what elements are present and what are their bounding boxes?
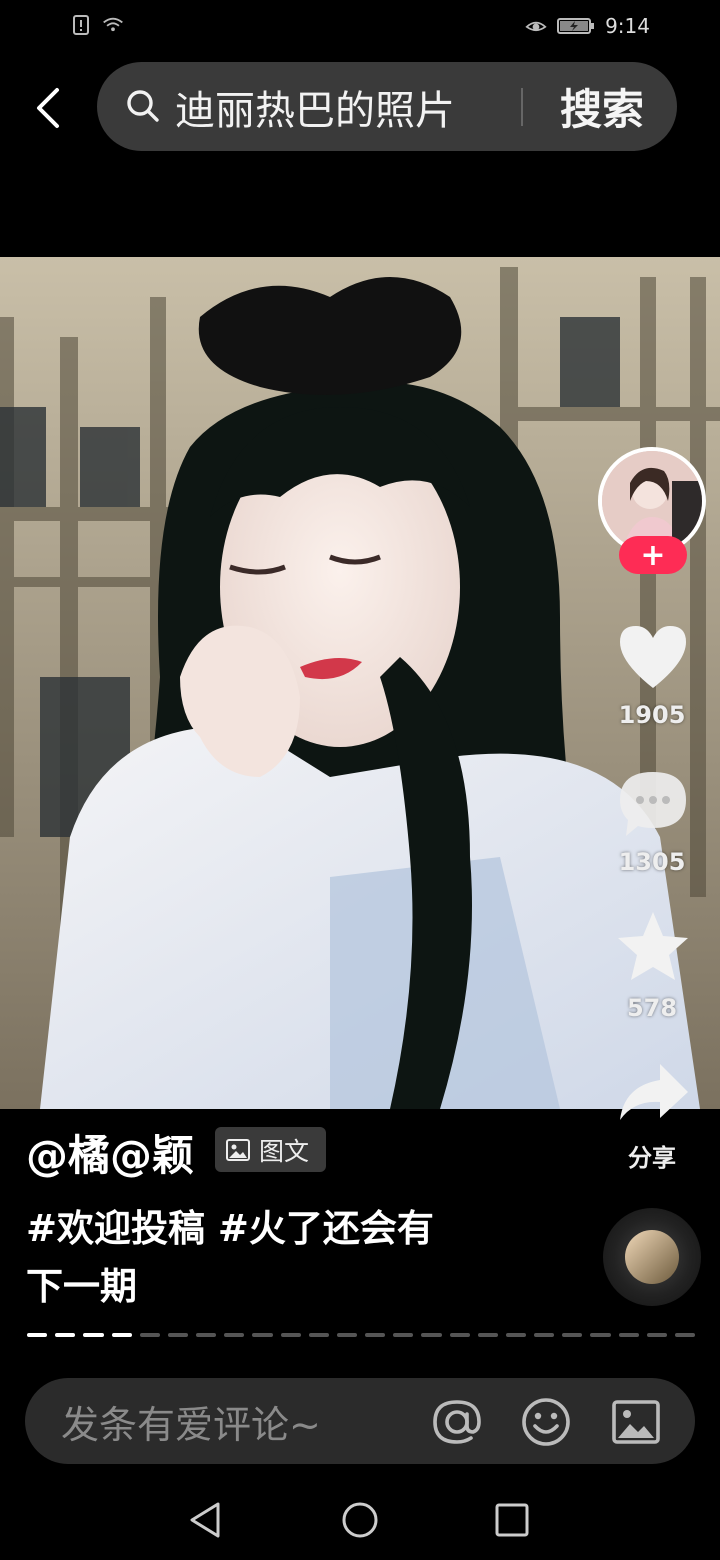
image-icon (226, 1138, 250, 1161)
progress-segment (534, 1333, 555, 1337)
comment-input[interactable]: 发条有爱评论~ (61, 1378, 321, 1464)
progress-segment (477, 1333, 498, 1337)
wifi-icon (102, 14, 124, 36)
chevron-left-icon (37, 88, 59, 128)
progress-segment (365, 1333, 386, 1337)
music-cover (625, 1230, 679, 1284)
progress-segment (139, 1333, 160, 1337)
progress-segment (167, 1333, 189, 1337)
photo-illustration (0, 257, 720, 1109)
follow-button[interactable]: + (619, 536, 687, 574)
music-disc[interactable] (603, 1208, 701, 1306)
image-progress (27, 1333, 696, 1338)
progress-segment (224, 1333, 245, 1337)
back-button[interactable] (24, 80, 72, 136)
caption-line-2: 下一期 (26, 1265, 137, 1308)
search-box[interactable]: 迪丽热巴的照片 搜索 (97, 62, 677, 151)
comment-bar[interactable]: 发条有爱评论~ (25, 1378, 695, 1464)
progress-segment (449, 1333, 470, 1337)
caption-line-1[interactable]: #欢迎投稿 #火了还会有 (26, 1200, 496, 1258)
progress-segment (336, 1333, 358, 1337)
image-upload-icon[interactable] (610, 1396, 662, 1448)
heart-icon[interactable] (614, 618, 692, 696)
progress-segment (27, 1333, 48, 1337)
nav-back-icon[interactable] (184, 1498, 228, 1542)
progress-segment (674, 1333, 696, 1337)
emoji-icon[interactable] (520, 1396, 572, 1448)
progress-segment (421, 1333, 442, 1337)
search-button[interactable]: 搜索 (537, 62, 667, 151)
post-type-label: 图文 (259, 1136, 310, 1166)
progress-segment (562, 1333, 583, 1337)
progress-segment (393, 1333, 414, 1337)
progress-segment (280, 1333, 301, 1337)
sim-alert-icon (70, 14, 92, 36)
progress-segment (646, 1333, 667, 1337)
nav-home-icon[interactable] (338, 1498, 382, 1542)
progress-segment (590, 1333, 611, 1337)
author-name[interactable]: @橘@颖 (26, 1122, 194, 1183)
eye-comfort-icon (525, 15, 547, 37)
progress-segment (308, 1333, 329, 1337)
post-type-badge: 图文 (215, 1127, 326, 1172)
share-label[interactable]: 分享 (592, 1138, 712, 1173)
search-divider (521, 88, 523, 126)
comment-icon[interactable] (614, 764, 692, 842)
progress-segment (83, 1333, 104, 1337)
nav-recents-icon[interactable] (490, 1498, 534, 1542)
post-caption: #欢迎投稿 #火了还会有 下一期 (26, 1200, 496, 1316)
favorite-count: 578 (626, 994, 678, 1022)
status-bar: 9:14 (0, 0, 720, 56)
at-mention-icon[interactable] (431, 1396, 483, 1448)
progress-segment (618, 1333, 639, 1337)
progress-segment (505, 1333, 527, 1337)
star-icon[interactable] (614, 908, 692, 986)
comment-count: 1305 (618, 848, 686, 876)
progress-segment (196, 1333, 217, 1337)
share-icon[interactable] (614, 1058, 692, 1136)
search-input[interactable]: 迪丽热巴的照片 (175, 62, 555, 151)
search-icon (127, 90, 159, 122)
battery-charging-icon (557, 15, 595, 37)
progress-segment (55, 1333, 76, 1337)
progress-segment (252, 1333, 273, 1337)
system-nav-bar (0, 1480, 720, 1560)
post-image[interactable] (0, 257, 720, 1109)
like-count: 1905 (618, 701, 686, 729)
progress-segment (111, 1333, 132, 1337)
status-time: 9:14 (605, 14, 650, 38)
